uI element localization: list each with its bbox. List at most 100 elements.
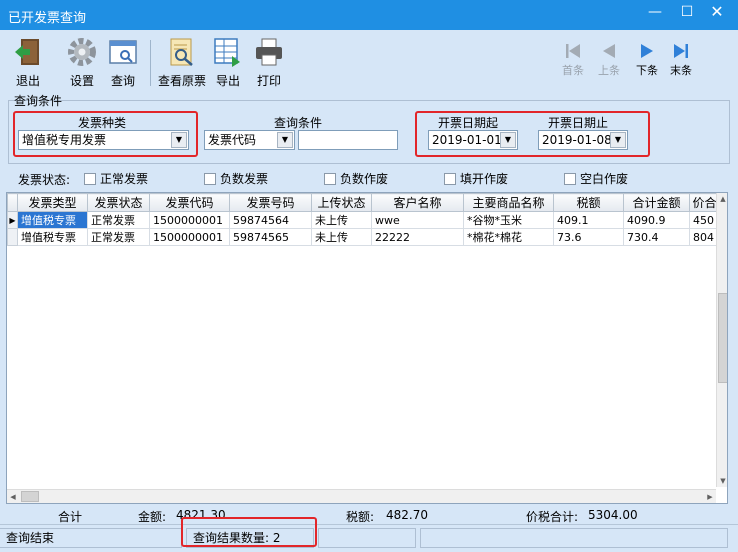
- table-cell[interactable]: 1500000001: [149, 211, 230, 229]
- title-bar[interactable]: 已开发票查询 — ☐ ✕: [0, 0, 738, 30]
- invoice-query-window: 已开发票查询 — ☐ ✕ 退出 设置 查询 查看原票 导出 打印 首条 上条 下…: [0, 0, 738, 552]
- column-header[interactable]: 发票代码: [149, 193, 230, 212]
- printer-icon: [256, 38, 282, 66]
- column-header[interactable]: 主要商品名称: [463, 193, 554, 212]
- query-conditions-title: 查询条件: [14, 94, 63, 108]
- toolbar-separator: [150, 40, 151, 86]
- column-header[interactable]: 发票号码: [229, 193, 312, 212]
- highlight-result-count: [181, 517, 317, 547]
- minimize-button[interactable]: —: [640, 0, 670, 26]
- table-header-row: 发票类型 发票状态 发票代码 发票号码 上传状态 客户名称 主要商品名称 税额 …: [7, 193, 720, 212]
- status-bar: 查询结束 查询结果数量: 2: [0, 517, 738, 552]
- prev-record-button[interactable]: 上条: [592, 42, 626, 78]
- column-header[interactable]: 发票状态: [87, 193, 150, 212]
- checkbox-icon[interactable]: [204, 173, 216, 185]
- table-cell[interactable]: 22222: [371, 228, 464, 246]
- vertical-scrollbar[interactable]: ▲ ▼: [716, 193, 727, 487]
- table-cell[interactable]: 4090.9: [623, 211, 690, 229]
- checkbox-icon[interactable]: [324, 173, 336, 185]
- amount-label: 金额:: [138, 510, 167, 524]
- table-cell[interactable]: 59874564: [229, 211, 312, 229]
- horizontal-scroll-thumb[interactable]: [21, 491, 39, 502]
- exit-button[interactable]: 退出: [8, 36, 48, 92]
- invoice-grid: 发票类型 发票状态 发票代码 发票号码 上传状态 客户名称 主要商品名称 税额 …: [6, 192, 728, 504]
- table-cell[interactable]: 未上传: [311, 228, 372, 246]
- column-header[interactable]: 客户名称: [371, 193, 464, 212]
- table-row[interactable]: ▶ 增值税专票 正常发票 1500000001 59874564 未上传 wwe…: [7, 211, 720, 229]
- column-header[interactable]: 价合: [689, 193, 720, 212]
- row-indicator: [7, 228, 18, 246]
- search-window-icon: [109, 40, 137, 64]
- grand-total-value: 5304.00: [588, 508, 638, 522]
- last-record-button[interactable]: 末条: [664, 42, 698, 78]
- window-title: 已开发票查询: [8, 11, 87, 26]
- status-issued-void-checkbox[interactable]: 填开作废: [444, 170, 508, 187]
- status-message: 查询结束: [0, 528, 182, 548]
- query-cond-label: 查询条件: [274, 116, 323, 130]
- highlight-date-range: [415, 111, 650, 157]
- first-record-button[interactable]: 首条: [556, 42, 590, 78]
- table-cell[interactable]: 增值税专票: [17, 211, 88, 229]
- table-cell[interactable]: 450: [689, 211, 720, 229]
- skip-last-icon: [674, 44, 688, 58]
- status-normal-checkbox[interactable]: 正常发票: [84, 170, 148, 187]
- status-negative-void-checkbox[interactable]: 负数作废: [324, 170, 388, 187]
- next-record-button[interactable]: 下条: [630, 42, 664, 78]
- scroll-right-icon[interactable]: ▶: [704, 490, 716, 503]
- magnifier-document-icon: [170, 38, 193, 66]
- status-cell-empty: [318, 528, 416, 548]
- totals-label: 合计: [58, 510, 83, 524]
- table-cell[interactable]: wwe: [371, 211, 464, 229]
- table-cell[interactable]: *棉花*棉花: [463, 228, 554, 246]
- query-cond-select[interactable]: 发票代码 ▼: [204, 130, 295, 150]
- export-table-icon: [214, 38, 240, 67]
- table-cell[interactable]: *谷物*玉米: [463, 211, 554, 229]
- query-button[interactable]: 查询: [102, 36, 144, 92]
- toolbar: 退出 设置 查询 查看原票 导出 打印 首条 上条 下条 末条: [6, 36, 732, 94]
- scroll-left-icon[interactable]: ◀: [7, 490, 19, 503]
- horizontal-scrollbar[interactable]: ◀ ▶: [7, 489, 716, 503]
- maximize-button[interactable]: ☐: [672, 0, 702, 26]
- vertical-scroll-thumb[interactable]: [718, 293, 727, 383]
- column-header[interactable]: 上传状态: [311, 193, 372, 212]
- table-row[interactable]: 增值税专票 正常发票 1500000001 59874565 未上传 22222…: [7, 228, 720, 246]
- column-header[interactable]: 发票类型: [17, 193, 88, 212]
- export-button[interactable]: 导出: [212, 36, 244, 92]
- scroll-up-icon[interactable]: ▲: [717, 193, 727, 205]
- settings-button[interactable]: 设置: [60, 36, 104, 92]
- grand-total-label: 价税合计:: [526, 510, 579, 524]
- table-cell[interactable]: 增值税专票: [17, 228, 88, 246]
- arrow-right-icon: [641, 44, 653, 58]
- exit-door-icon: [15, 39, 39, 65]
- table-cell[interactable]: 1500000001: [149, 228, 230, 246]
- query-cond-input[interactable]: [298, 130, 398, 150]
- dropdown-arrow-icon[interactable]: ▼: [277, 132, 293, 148]
- tax-label: 税额:: [346, 510, 375, 524]
- table-cell[interactable]: 59874565: [229, 228, 312, 246]
- table-cell[interactable]: 730.4: [623, 228, 690, 246]
- table-cell[interactable]: 409.1: [553, 211, 624, 229]
- tax-value: 482.70: [386, 508, 428, 522]
- status-blank-void-checkbox[interactable]: 空白作废: [564, 170, 628, 187]
- table-cell[interactable]: 正常发票: [87, 228, 150, 246]
- table-cell[interactable]: 正常发票: [87, 211, 150, 229]
- close-button[interactable]: ✕: [702, 0, 732, 26]
- checkbox-icon[interactable]: [84, 173, 96, 185]
- column-header[interactable]: 合计金额: [623, 193, 690, 212]
- status-cell-empty: [420, 528, 728, 548]
- table-cell[interactable]: 804: [689, 228, 720, 246]
- column-header[interactable]: 税额: [553, 193, 624, 212]
- table-cell[interactable]: 73.6: [553, 228, 624, 246]
- arrow-left-icon: [603, 44, 615, 58]
- checkbox-icon[interactable]: [564, 173, 576, 185]
- skip-first-icon: [566, 44, 580, 58]
- table-cell[interactable]: 未上传: [311, 211, 372, 229]
- view-original-button[interactable]: 查看原票: [154, 36, 210, 92]
- checkbox-icon[interactable]: [444, 173, 456, 185]
- status-negative-checkbox[interactable]: 负数发票: [204, 170, 268, 187]
- scroll-down-icon[interactable]: ▼: [717, 475, 727, 487]
- totals-row: 合计 金额: 4821.30 税额: 482.70 价税合计: 5304.00: [0, 506, 738, 524]
- row-indicator-header: [7, 193, 18, 212]
- current-row-indicator-icon: ▶: [7, 211, 18, 229]
- print-button[interactable]: 打印: [252, 36, 286, 92]
